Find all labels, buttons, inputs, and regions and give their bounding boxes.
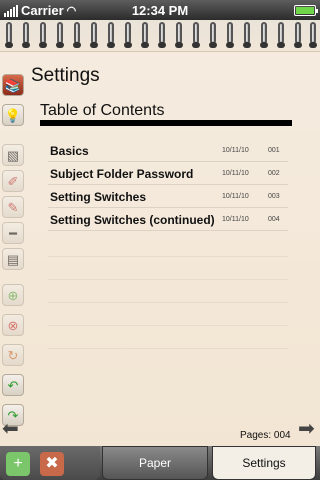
clock: 12:34 PM bbox=[131, 3, 189, 18]
toc-row[interactable]: Setting Switches (continued) 10/11/10 00… bbox=[48, 211, 288, 231]
toc-row-date: 10/11/10 bbox=[222, 147, 249, 154]
toc-row-date: 10/11/10 bbox=[222, 193, 249, 200]
pen-icon[interactable]: ✎ bbox=[2, 196, 24, 218]
notebook-page: 📚 💡 ▧ ✐ ✎ ━ ▤ ⊕ ⊗ ↻ ↶ ↷ Settings Table o… bbox=[0, 20, 320, 446]
next-page-icon[interactable]: ➡ bbox=[298, 419, 320, 439]
toc-row-title: Setting Switches bbox=[50, 190, 147, 204]
delete-icon[interactable]: ⊗ bbox=[2, 314, 24, 336]
toc-row-title: Basics bbox=[50, 144, 89, 158]
page-line bbox=[48, 348, 288, 349]
lightbulb-icon[interactable]: 💡 bbox=[2, 104, 24, 126]
status-bar: Carrier ◠ 12:34 PM bbox=[0, 0, 320, 20]
toc-row-page: 004 bbox=[268, 216, 280, 223]
toc-heading: Table of Contents bbox=[40, 102, 165, 119]
tab-settings[interactable]: Settings bbox=[212, 446, 316, 480]
page-line bbox=[48, 279, 288, 280]
toc-row-date: 10/11/10 bbox=[222, 170, 249, 177]
handwriting-icon[interactable]: ✐ bbox=[2, 170, 24, 192]
toc-row[interactable]: Setting Switches 10/11/10 003 bbox=[48, 188, 288, 208]
copy-icon[interactable]: ↻ bbox=[2, 344, 24, 366]
toc-row-page: 001 bbox=[268, 147, 280, 154]
page-line bbox=[48, 256, 288, 257]
eraser-icon[interactable]: ▧ bbox=[2, 144, 24, 166]
page-line bbox=[48, 325, 288, 326]
undo-icon[interactable]: ↶ bbox=[2, 374, 24, 396]
toc-row-page: 003 bbox=[268, 193, 280, 200]
toc-row-title: Setting Switches (continued) bbox=[50, 213, 215, 227]
spiral-binding bbox=[0, 20, 320, 52]
tab-paper[interactable]: Paper bbox=[102, 446, 208, 480]
toc-row-page: 002 bbox=[268, 170, 280, 177]
toc-row-title: Subject Folder Password bbox=[50, 167, 194, 181]
left-toolbar: 📚 💡 ▧ ✐ ✎ ━ ▤ ⊕ ⊗ ↻ ↶ ↷ bbox=[0, 52, 26, 446]
add-notebook-icon[interactable]: + bbox=[6, 452, 30, 476]
highlighter-icon[interactable]: ━ bbox=[2, 222, 24, 244]
page-count: Pages: 004 bbox=[240, 430, 291, 441]
clip-icon[interactable]: ▤ bbox=[2, 248, 24, 270]
prev-page-icon[interactable]: ⬅ bbox=[2, 419, 24, 439]
notebooks-icon[interactable]: 📚 bbox=[2, 74, 24, 96]
toc-row[interactable]: Subject Folder Password 10/11/10 002 bbox=[48, 165, 288, 185]
page-title: Settings bbox=[31, 65, 100, 86]
toc-row[interactable]: Basics 10/11/10 001 bbox=[48, 142, 288, 162]
battery-icon bbox=[294, 5, 318, 16]
toc-row-date: 10/11/10 bbox=[222, 216, 249, 223]
toc-rule bbox=[40, 120, 292, 126]
add-icon[interactable]: ⊕ bbox=[2, 284, 24, 306]
delete-notebook-icon[interactable]: ✖ bbox=[40, 452, 64, 476]
page-line bbox=[48, 302, 288, 303]
